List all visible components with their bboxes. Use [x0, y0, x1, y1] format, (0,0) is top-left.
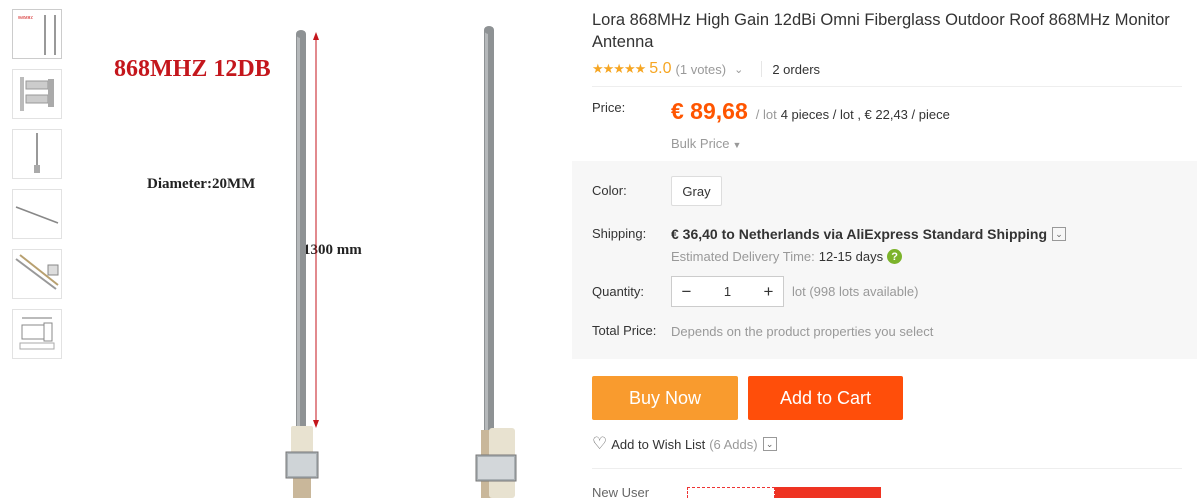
- wishlist-count: (6 Adds): [709, 436, 758, 452]
- rating-score: 5.0: [649, 60, 672, 77]
- quantity-available: lot (998 lots available): [792, 284, 919, 299]
- quantity-label: Quantity:: [592, 284, 645, 299]
- rating-row: ★★★★★ 5.0 (1 votes) ⌄ 2 orders: [592, 59, 820, 79]
- quantity-increase-button[interactable]: +: [754, 277, 783, 306]
- antenna-single-thumbnail-image: [34, 133, 40, 173]
- thumbnail-2[interactable]: [12, 69, 62, 119]
- new-user-coupon-button[interactable]: [775, 487, 881, 498]
- thumbnail-list: 868MHZ: [12, 9, 62, 369]
- total-price-label: Total Price:: [592, 323, 657, 338]
- quantity-input[interactable]: [701, 277, 754, 306]
- quantity-stepper: − +: [671, 276, 784, 307]
- dimension-drawing-thumbnail-image: [19, 317, 55, 350]
- wishlist-link[interactable]: ♡ Add to Wish List (6 Adds) ⌄: [592, 434, 777, 454]
- thumbnail-5[interactable]: [12, 249, 62, 299]
- antenna-thumbnail-image: 868MHZ: [18, 15, 56, 55]
- price-value: € 89,68: [671, 98, 748, 124]
- shipping-method[interactable]: € 36,40 to Netherlands via AliExpress St…: [671, 226, 1067, 242]
- delivery-time: Estimated Delivery Time: 12-15 days ?: [671, 249, 903, 264]
- image-length-text: 1300 mm: [303, 242, 362, 258]
- votes-link[interactable]: (1 votes): [676, 62, 727, 77]
- delivery-label: Estimated Delivery Time:: [671, 249, 815, 264]
- heart-icon: ♡: [592, 434, 608, 453]
- divider: [592, 468, 1182, 469]
- orders-count: 2 orders: [772, 61, 821, 77]
- antenna-kit-thumbnail-image: [15, 254, 59, 290]
- thumbnail-4[interactable]: [12, 189, 62, 239]
- thumbnail-1[interactable]: 868MHZ: [12, 9, 62, 59]
- buy-now-button[interactable]: Buy Now: [592, 376, 738, 420]
- caret-down-icon: ▼: [732, 140, 742, 150]
- shipping-text: € 36,40 to Netherlands via AliExpress St…: [671, 226, 1048, 242]
- price-row: € 89,68 / lot 4 pieces / lot , € 22,43 /…: [671, 98, 950, 125]
- bracket-thumbnail-image: [20, 77, 54, 111]
- chevron-down-icon[interactable]: ⌄: [762, 437, 777, 451]
- thumbnail-6[interactable]: [12, 309, 62, 359]
- product-details-panel: Lora 868MHz High Gain 12dBi Omni Fibergl…: [572, 0, 1197, 498]
- antenna-diagonal-thumbnail-image: [15, 206, 59, 224]
- main-product-image[interactable]: 868MHZ 12DB Diameter:20MM 1300 mm: [72, 0, 572, 498]
- lot-detail: 4 pieces / lot , € 22,43 / piece: [780, 107, 950, 122]
- help-icon[interactable]: ?: [887, 249, 903, 264]
- rating-stars-icon: ★★★★★: [592, 61, 646, 76]
- product-title: Lora 868MHz High Gain 12dBi Omni Fibergl…: [592, 11, 1170, 51]
- price-unit: / lot: [755, 107, 777, 122]
- color-label: Color:: [592, 183, 627, 198]
- antenna-illustration: 868MHZ 12DB Diameter:20MM 1300 mm: [72, 0, 572, 498]
- bulk-price-toggle[interactable]: Bulk Price ▼: [671, 136, 741, 151]
- svg-text:868MHZ: 868MHZ: [18, 15, 33, 20]
- divider: [592, 86, 1182, 87]
- chevron-down-icon[interactable]: ⌄: [734, 63, 743, 76]
- price-label: Price:: [592, 100, 626, 115]
- color-option-gray[interactable]: Gray: [671, 176, 722, 206]
- image-diameter-text: Diameter:20MM: [147, 176, 255, 192]
- new-user-label: New User: [592, 485, 650, 498]
- divider: [761, 61, 763, 77]
- wishlist-label: Add to Wish List: [611, 436, 706, 452]
- thumbnail-3[interactable]: [12, 129, 62, 179]
- add-to-cart-button[interactable]: Add to Cart: [748, 376, 903, 420]
- chevron-down-icon[interactable]: ⌄: [1052, 227, 1067, 241]
- delivery-days: 12-15 days: [818, 249, 884, 264]
- shipping-label: Shipping:: [592, 226, 647, 241]
- image-headline-text: 868MHZ 12DB: [114, 56, 271, 82]
- quantity-decrease-button[interactable]: −: [672, 277, 701, 306]
- total-price-value: Depends on the product properties you se…: [671, 324, 934, 339]
- new-user-coupon[interactable]: [687, 487, 775, 498]
- bulk-price-label: Bulk Price: [671, 136, 730, 151]
